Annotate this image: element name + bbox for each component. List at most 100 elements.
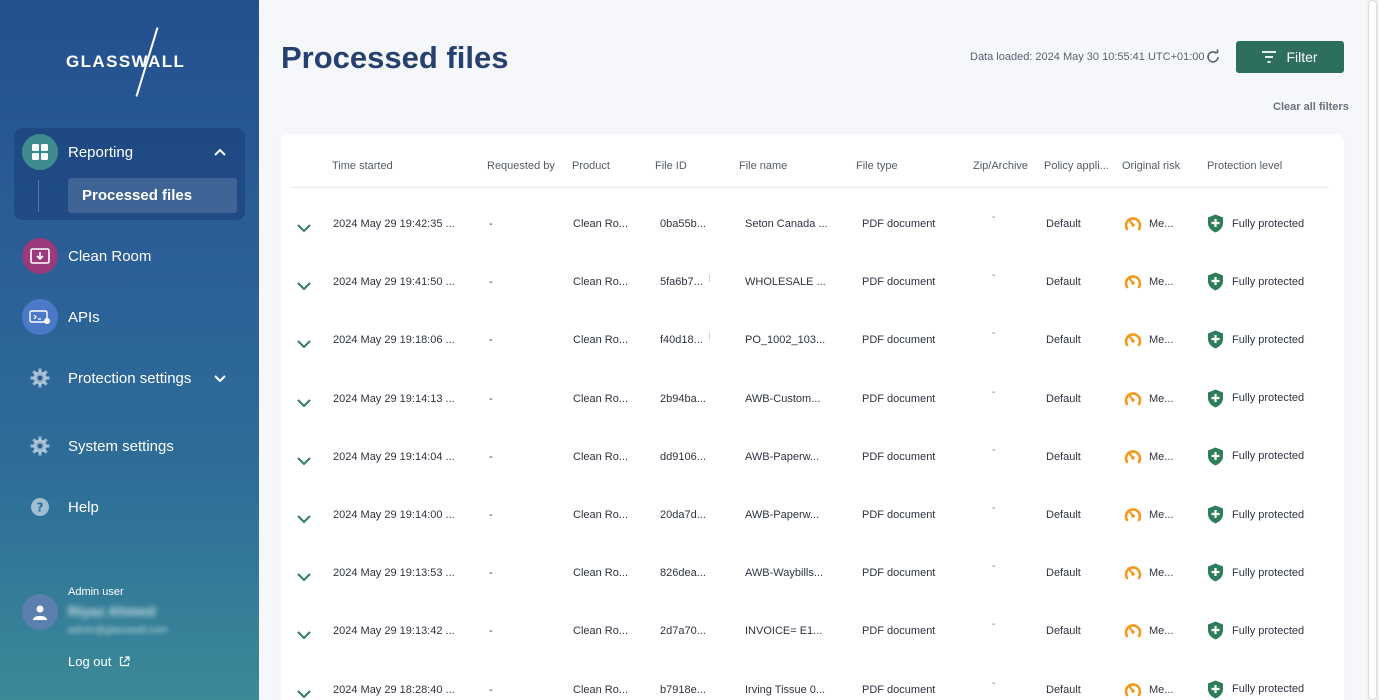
shield-icon (1208, 505, 1223, 524)
cell-original-risk: Me... (1123, 389, 1173, 409)
risk-label: Me... (1149, 218, 1174, 230)
chevron-down-icon[interactable] (295, 454, 313, 468)
sidebar-item-system-settings[interactable]: System settings (22, 428, 237, 464)
table-row[interactable]: 2024 May 29 19:14:00 ... - Clean Ro... 2… (281, 485, 1344, 543)
chevron-down-icon[interactable] (295, 570, 313, 584)
shield-icon (1208, 330, 1223, 349)
cell-file-id: f40d18... (660, 334, 703, 347)
column-header-file-id[interactable]: File ID (655, 160, 687, 172)
column-header-policy-applied[interactable]: Policy appli... (1044, 160, 1109, 172)
protection-label: Fully protected (1232, 566, 1305, 579)
sidebar-item-label: Help (68, 498, 99, 516)
cell-protection-level: Fully protected (1207, 563, 1304, 582)
logout-link[interactable]: Log out (68, 654, 130, 669)
column-header-original-risk[interactable]: Original risk (1122, 160, 1180, 172)
cell-product: Clean Ro... (573, 392, 629, 405)
chevron-down-icon[interactable] (295, 221, 313, 235)
cell-policy-applied: Default (1046, 392, 1081, 405)
cell-protection-level: Fully protected (1207, 214, 1304, 233)
cell-file-id: 2b94ba... (660, 392, 706, 405)
medium-risk-gauge-icon (1124, 566, 1142, 580)
glasswall-logo[interactable]: GLASSWALL (66, 26, 194, 98)
cell-requested-by: - (489, 683, 493, 696)
column-header-product[interactable]: Product (572, 160, 610, 172)
table-row[interactable]: 2024 May 29 19:14:13 ... - Clean Ro... 2… (281, 369, 1344, 427)
cell-time-started: 2024 May 29 19:14:13 ... (333, 392, 455, 405)
cell-time-started: 2024 May 29 18:28:40 ... (333, 683, 455, 696)
shield-icon (1208, 214, 1223, 233)
cell-product: Clean Ro... (573, 450, 629, 463)
column-header-time-started[interactable]: Time started (332, 160, 393, 172)
logo-text: GLASSWALL (66, 52, 186, 71)
chevron-down-icon[interactable] (295, 687, 313, 700)
protection-label: Fully protected (1232, 275, 1305, 288)
cell-file-id: b7918e... (660, 683, 706, 696)
cell-requested-by: - (489, 392, 493, 405)
chevron-down-icon[interactable] (211, 369, 229, 387)
sidebar-item-help[interactable]: ? Help (22, 489, 237, 525)
cell-file-id: 0ba55b... (660, 218, 706, 230)
protection-label: Fully protected (1232, 392, 1305, 405)
table-row[interactable]: 2024 May 29 19:41:50 ... - Clean Ro... 5… (281, 252, 1344, 310)
chevron-down-icon[interactable] (295, 337, 313, 351)
shield-icon (1208, 563, 1223, 582)
sidebar-item-clean-room[interactable]: Clean Room (22, 238, 237, 274)
page-title: Processed files (281, 40, 509, 75)
medium-risk-gauge-icon (1124, 217, 1142, 231)
help-icon: ? (22, 489, 58, 525)
cell-zip-archive: - (992, 677, 996, 689)
chevron-down-icon[interactable] (295, 628, 313, 642)
cell-protection-level: Fully protected (1207, 272, 1304, 291)
avatar-icon (22, 594, 58, 630)
cell-time-started: 2024 May 29 19:42:35 ... (333, 218, 455, 230)
table-row[interactable]: 2024 May 29 19:14:04 ... - Clean Ro... d… (281, 427, 1344, 485)
table-row[interactable]: 2024 May 29 19:42:35 ... - Clean Ro... 0… (281, 194, 1344, 252)
chevron-down-icon[interactable] (295, 512, 313, 526)
risk-label: Me... (1149, 683, 1174, 696)
table-row[interactable]: 2024 May 29 19:13:42 ... - Clean Ro... 2… (281, 601, 1344, 659)
cell-protection-level: Fully protected (1207, 330, 1304, 349)
sidebar-item-apis[interactable]: APIs (22, 299, 237, 335)
table-row[interactable]: 2024 May 29 18:28:40 ... - Clean Ro... b… (281, 660, 1344, 700)
cell-time-started: 2024 May 29 19:41:50 ... (333, 276, 455, 289)
cell-original-risk: Me... (1123, 272, 1173, 292)
column-header-zip-archive[interactable]: Zip/Archive (973, 160, 1028, 172)
cell-requested-by: - (489, 218, 493, 230)
cell-original-risk: Me... (1123, 330, 1173, 350)
shield-icon (1208, 621, 1223, 640)
refresh-icon[interactable] (1205, 49, 1221, 65)
scrollbar[interactable] (1366, 0, 1379, 700)
api-icon (22, 299, 58, 335)
cell-product: Clean Ro... (573, 625, 629, 638)
risk-label: Me... (1149, 509, 1174, 521)
table-row[interactable]: 2024 May 29 19:13:53 ... - Clean Ro... 8… (281, 543, 1344, 601)
column-header-file-name[interactable]: File name (739, 160, 787, 172)
chevron-up-icon[interactable] (211, 143, 229, 161)
clear-all-filters-link[interactable]: Clear all filters (1273, 101, 1349, 113)
cell-original-risk: Me... (1123, 563, 1173, 583)
column-header-protection-level[interactable]: Protection level (1207, 160, 1282, 172)
risk-label: Me... (1149, 392, 1174, 405)
chevron-down-icon[interactable] (295, 279, 313, 293)
cell-file-type: PDF document (862, 218, 936, 230)
cell-file-id: 2d7a70... (660, 625, 706, 638)
chevron-down-icon[interactable] (295, 396, 313, 410)
sidebar-item-protection-settings[interactable]: Protection settings (22, 360, 237, 396)
column-header-file-type[interactable]: File type (856, 160, 898, 172)
cell-file-type: PDF document (862, 567, 936, 580)
table-row[interactable]: 2024 May 29 19:18:06 ... - Clean Ro... f… (281, 310, 1344, 368)
cell-original-risk: Me... (1123, 680, 1173, 700)
column-header-requested-by[interactable]: Requested by (487, 160, 555, 172)
sidebar-item-reporting[interactable]: Reporting (22, 134, 237, 170)
cell-zip-archive: - (992, 444, 996, 456)
filter-button[interactable]: Filter (1236, 41, 1344, 73)
cell-time-started: 2024 May 29 19:13:53 ... (333, 567, 455, 580)
scrollbar-thumb[interactable] (1368, 0, 1377, 700)
cell-file-type: PDF document (862, 450, 936, 463)
cell-product: Clean Ro... (573, 218, 629, 230)
cell-divider (709, 274, 710, 283)
cell-file-name: AWB-Custom... (745, 392, 821, 405)
cell-file-name: PO_1002_103... (745, 334, 826, 347)
sidebar-item-label: Reporting (68, 143, 134, 161)
sidebar-item-processed-files[interactable]: Processed files (68, 178, 237, 213)
